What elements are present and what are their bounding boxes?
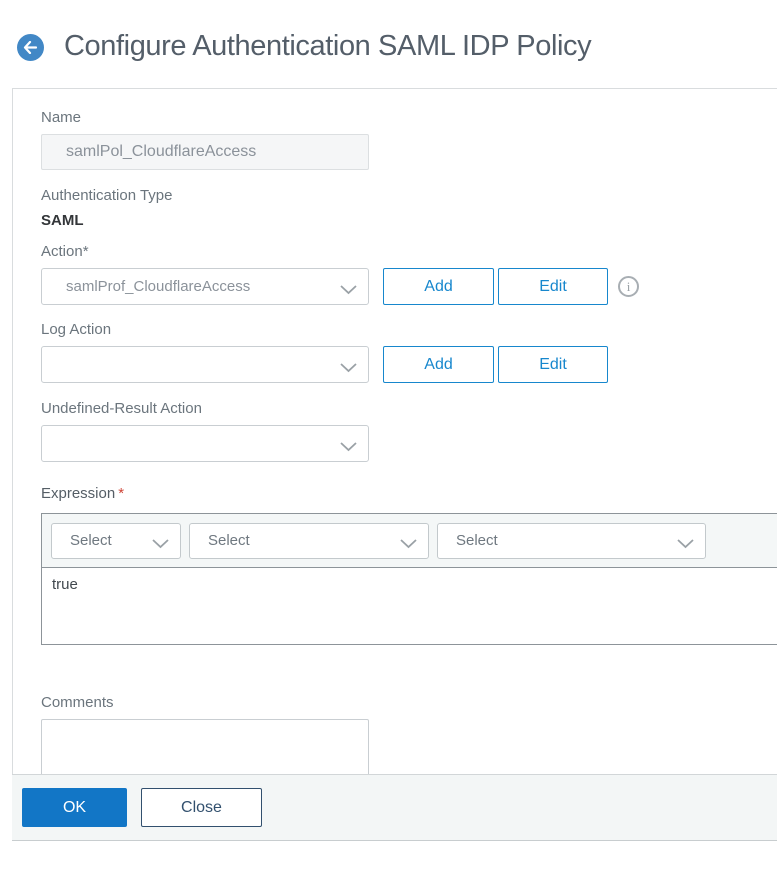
undefined-result-action-label: Undefined-Result Action (41, 400, 202, 417)
expression-select-3[interactable]: Select (437, 522, 706, 559)
back-button[interactable] (17, 34, 44, 61)
name-label: Name (41, 109, 82, 126)
ok-button[interactable]: OK (22, 788, 127, 827)
action-select-value: samlProf_CloudflareAccess (66, 278, 251, 295)
expression-select-2[interactable]: Select (189, 522, 429, 559)
header: Configure Authentication SAML IDP Policy (0, 0, 777, 88)
log-action-label: Log Action (41, 321, 112, 338)
required-asterisk: * (118, 485, 125, 502)
page-title: Configure Authentication SAML IDP Policy (64, 30, 592, 62)
expression-builder: Select Select Select true (41, 513, 777, 645)
chevron-down-icon (152, 536, 169, 548)
info-icon[interactable]: i (618, 276, 639, 297)
close-button[interactable]: Close (141, 788, 262, 827)
expression-toolbar: Select Select Select (42, 514, 777, 568)
expression-label: Expression * (41, 485, 125, 502)
undefined-result-action-select[interactable] (41, 425, 369, 462)
back-arrow-icon (23, 41, 38, 54)
authentication-type-value: SAML (41, 212, 84, 229)
action-edit-button[interactable]: Edit (498, 268, 608, 305)
form-panel: Name Authentication Type SAML Action* sa… (12, 88, 777, 777)
log-action-select[interactable] (41, 346, 369, 383)
log-action-add-button[interactable]: Add (383, 346, 494, 383)
action-label: Action* (41, 243, 89, 260)
authentication-type-label: Authentication Type (41, 187, 173, 204)
chevron-down-icon (400, 536, 417, 548)
footer: OK Close (12, 774, 777, 841)
chevron-down-icon (677, 536, 694, 548)
expression-input[interactable]: true (42, 568, 777, 644)
comments-input[interactable] (41, 719, 369, 777)
comments-label: Comments (41, 694, 114, 711)
action-add-button[interactable]: Add (383, 268, 494, 305)
chevron-down-icon (340, 439, 357, 451)
name-input (41, 134, 369, 170)
chevron-down-icon (340, 282, 357, 294)
chevron-down-icon (340, 360, 357, 372)
action-select[interactable]: samlProf_CloudflareAccess (41, 268, 369, 305)
expression-select-1[interactable]: Select (51, 522, 181, 559)
log-action-edit-button[interactable]: Edit (498, 346, 608, 383)
